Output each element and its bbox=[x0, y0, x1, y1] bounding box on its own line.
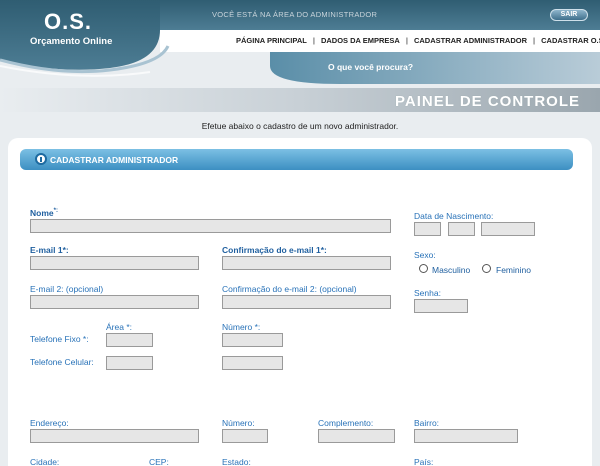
nav-dados-da-empresa[interactable]: DADOS DA EMPRESA bbox=[315, 35, 406, 47]
estado-label: Estado: bbox=[222, 457, 251, 466]
nascimento-mes-input[interactable] bbox=[448, 222, 475, 236]
cidade-label: Cidade: bbox=[30, 457, 60, 466]
senha-input[interactable] bbox=[414, 299, 468, 313]
nome-label-text: Nome bbox=[30, 208, 54, 218]
sexo-feminino-label: Feminino bbox=[496, 265, 531, 275]
nav-cadastrar-administrador[interactable]: CADASTRAR ADMINISTRADOR bbox=[408, 35, 533, 47]
email2-input[interactable] bbox=[30, 295, 199, 309]
nascimento-ano-input[interactable] bbox=[481, 222, 535, 236]
logout-button[interactable]: SAIR bbox=[550, 9, 588, 21]
top-navigation: PÁGINA PRINCIPAL | DADOS DA EMPRESA | CA… bbox=[230, 35, 600, 47]
info-icon bbox=[35, 153, 47, 165]
telefone-celular-label: Telefone Celular: bbox=[30, 357, 94, 367]
panel-title-band: PAINEL DE CONTROLE bbox=[0, 86, 600, 114]
confirm-email1-input[interactable] bbox=[222, 256, 391, 270]
sexo-label: Sexo: bbox=[414, 250, 436, 260]
email1-input[interactable] bbox=[30, 256, 199, 270]
nascimento-dia-input[interactable] bbox=[414, 222, 441, 236]
data-nascimento-label: Data de Nascimento: bbox=[414, 211, 494, 221]
nome-label: Nome*: bbox=[30, 208, 58, 218]
bairro-label: Bairro: bbox=[414, 418, 440, 428]
telefone-fixo-area-input[interactable] bbox=[106, 333, 153, 347]
nome-input[interactable] bbox=[30, 219, 391, 233]
nome-required-mark: *: bbox=[53, 208, 58, 215]
cep-label: CEP: bbox=[149, 457, 169, 466]
instruction-text: Efetue abaixo o cadastro de um novo admi… bbox=[201, 121, 399, 131]
senha-label: Senha: bbox=[414, 288, 441, 298]
confirm-email2-label: Confirmação do e-mail 2: (opcional) bbox=[222, 284, 357, 294]
area-label: Área *: bbox=[106, 322, 132, 332]
endereco-label: Endereço: bbox=[30, 418, 69, 428]
email1-label: E-mail 1*: bbox=[30, 245, 69, 255]
confirm-email1-label: Confirmação do e-mail 1*: bbox=[222, 245, 327, 255]
nav-cadastrar-os[interactable]: CADASTRAR O.S. bbox=[535, 35, 600, 47]
telefone-fixo-label: Telefone Fixo *: bbox=[30, 334, 89, 344]
numero-input[interactable] bbox=[222, 429, 268, 443]
logo-title: O.S. bbox=[44, 9, 93, 34]
telefone-fixo-numero-input[interactable] bbox=[222, 333, 283, 347]
sexo-feminino-radio[interactable] bbox=[482, 264, 491, 273]
search-hint[interactable]: O que você procura? bbox=[328, 62, 413, 72]
admin-page: { "header": { "logo_title": "O.S.", "log… bbox=[0, 0, 600, 466]
confirm-email2-input[interactable] bbox=[222, 295, 391, 309]
logo-subtitle: Orçamento Online bbox=[30, 36, 113, 47]
telefone-celular-numero-input[interactable] bbox=[222, 356, 283, 370]
complemento-label: Complemento: bbox=[318, 418, 374, 428]
nav-pagina-principal[interactable]: PÁGINA PRINCIPAL bbox=[230, 35, 313, 47]
header: O.S. Orçamento Online VOCÊ ESTÁ NA ÁREA … bbox=[0, 0, 600, 86]
complemento-input[interactable] bbox=[318, 429, 395, 443]
sexo-masculino-label: Masculino bbox=[432, 265, 471, 275]
bairro-input[interactable] bbox=[414, 429, 518, 443]
email2-label: E-mail 2: (opcional) bbox=[30, 284, 104, 294]
section-title: CADASTRAR ADMINISTRADOR bbox=[50, 155, 179, 165]
sexo-masculino-radio[interactable] bbox=[419, 264, 428, 273]
numero-label: Número: bbox=[222, 418, 255, 428]
telefone-celular-area-input[interactable] bbox=[106, 356, 153, 370]
panel-title: PAINEL DE CONTROLE bbox=[395, 93, 580, 110]
pais-label: País: bbox=[414, 457, 434, 466]
endereco-input[interactable] bbox=[30, 429, 199, 443]
numero-telefone-label: Número *: bbox=[222, 322, 261, 332]
admin-area-notice: VOCÊ ESTÁ NA ÁREA DO ADMINISTRADOR bbox=[212, 10, 378, 19]
